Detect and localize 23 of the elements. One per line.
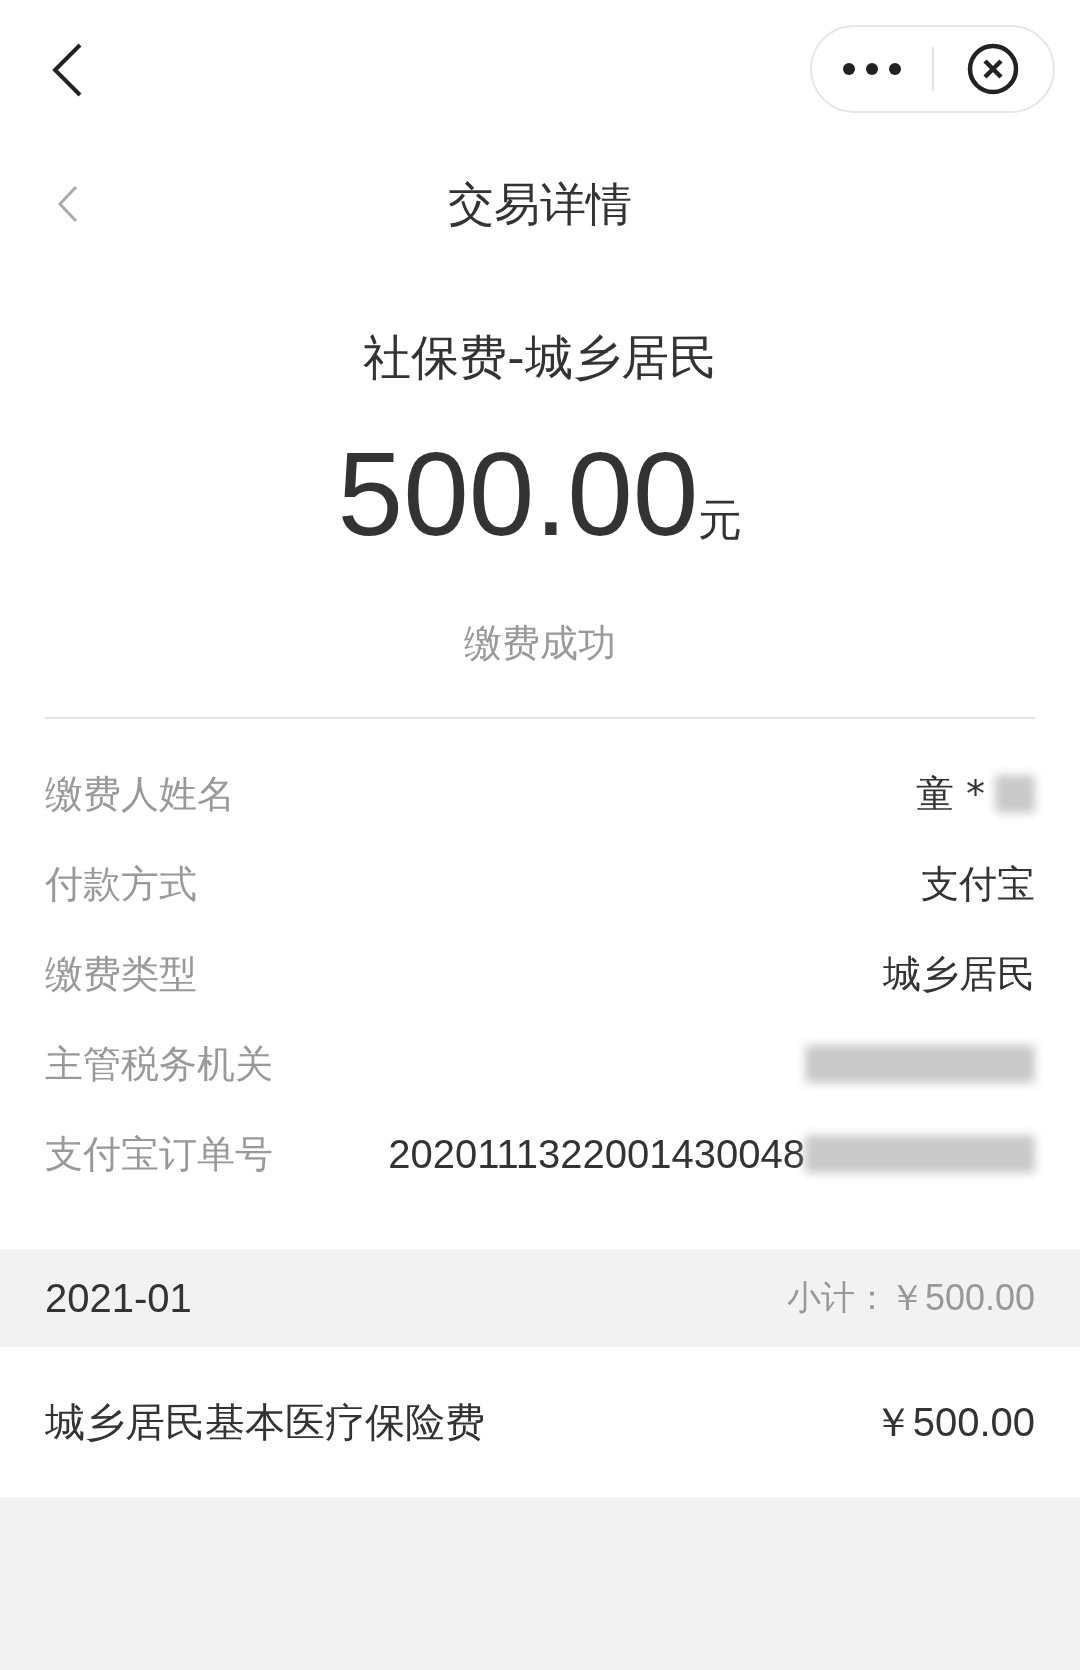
more-icon xyxy=(841,62,902,76)
payment-status: 缴费成功 xyxy=(463,620,617,667)
page-title: 交易详情 xyxy=(448,176,632,233)
close-icon xyxy=(966,42,1021,96)
period-month: 2021-01 xyxy=(45,1275,192,1321)
detail-label: 缴费人姓名 xyxy=(45,770,235,818)
detail-label: 主管税务机关 xyxy=(45,1040,273,1088)
back-icon xyxy=(50,42,84,98)
item-name: 城乡居民基本医疗保险费 xyxy=(45,1397,485,1447)
detail-value: 城乡居民 xyxy=(883,950,1035,998)
payment-name: 社保费-城乡居民 xyxy=(362,328,718,387)
detail-value: 童 * xyxy=(915,770,985,818)
detail-value: 2020111322001430048 xyxy=(388,1131,805,1177)
amount: 500.00 xyxy=(337,427,699,562)
detail-value: 支付宝 xyxy=(921,860,1035,908)
subtotal-label: 小计： xyxy=(786,1276,889,1319)
detail-label: 付款方式 xyxy=(45,860,197,908)
item-amount: ￥500.00 xyxy=(872,1398,1035,1446)
subtotal-amount: ￥500.00 xyxy=(888,1275,1035,1320)
detail-label: 支付宝订单号 xyxy=(45,1130,273,1178)
detail-label: 缴费类型 xyxy=(45,950,197,998)
currency-unit: 元 xyxy=(698,493,743,547)
back-icon xyxy=(57,185,79,223)
